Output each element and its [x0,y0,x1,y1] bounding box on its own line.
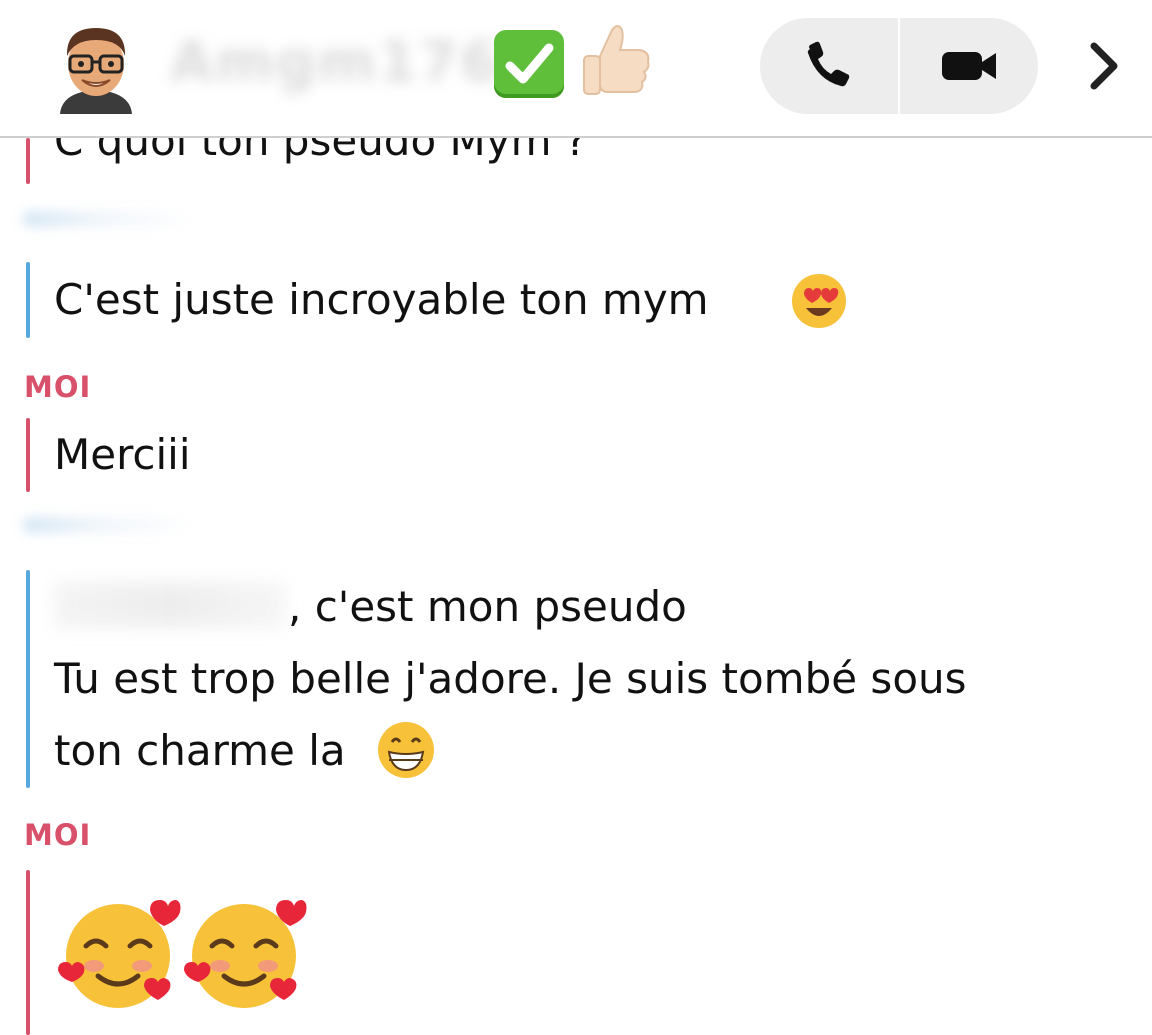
thumbs-up-icon [578,22,654,102]
message-text[interactable]: ton charme la [54,726,346,775]
chat-header: Amgm176 [0,0,1152,138]
sender-label-redacted [24,212,194,226]
white-check-mark-icon [494,30,564,98]
message-bar-me [26,870,30,1035]
smiling-face-with-hearts-icon[interactable] [56,896,182,1014]
message-text[interactable]: C'est juste incroyable ton mym [54,275,709,324]
video-camera-icon [942,52,996,80]
redacted-username [54,582,286,628]
message-text[interactable]: Merciii [54,430,191,479]
video-call-button[interactable] [900,18,1038,114]
phone-icon [807,41,850,87]
smiling-face-with-hearts-icon[interactable] [182,896,308,1014]
chevron-right-icon[interactable] [1084,38,1124,94]
message-text[interactable]: , c'est mon pseudo [288,582,687,631]
message-bar-them [26,570,30,788]
message-bar-me [26,418,30,492]
heart-eyes-emoji-icon [792,274,846,328]
bitmoji-avatar[interactable] [52,18,140,114]
sender-label-me: MOI [24,818,92,852]
grinning-face-emoji-icon [378,722,434,778]
contact-name[interactable]: Amgm176 [170,30,501,95]
voice-call-button[interactable] [760,18,898,114]
sender-label-redacted [24,518,194,532]
chat-screen: Amgm176 C quoi ton pseudo Mym ? C'est ju… [0,0,1152,1035]
message-bar-me [26,138,30,184]
call-actions [760,18,1038,114]
message-bar-them [26,262,30,338]
sender-label-me: MOI [24,370,92,404]
message-text[interactable]: Tu est trop belle j'adore. Je suis tombé… [54,654,967,703]
